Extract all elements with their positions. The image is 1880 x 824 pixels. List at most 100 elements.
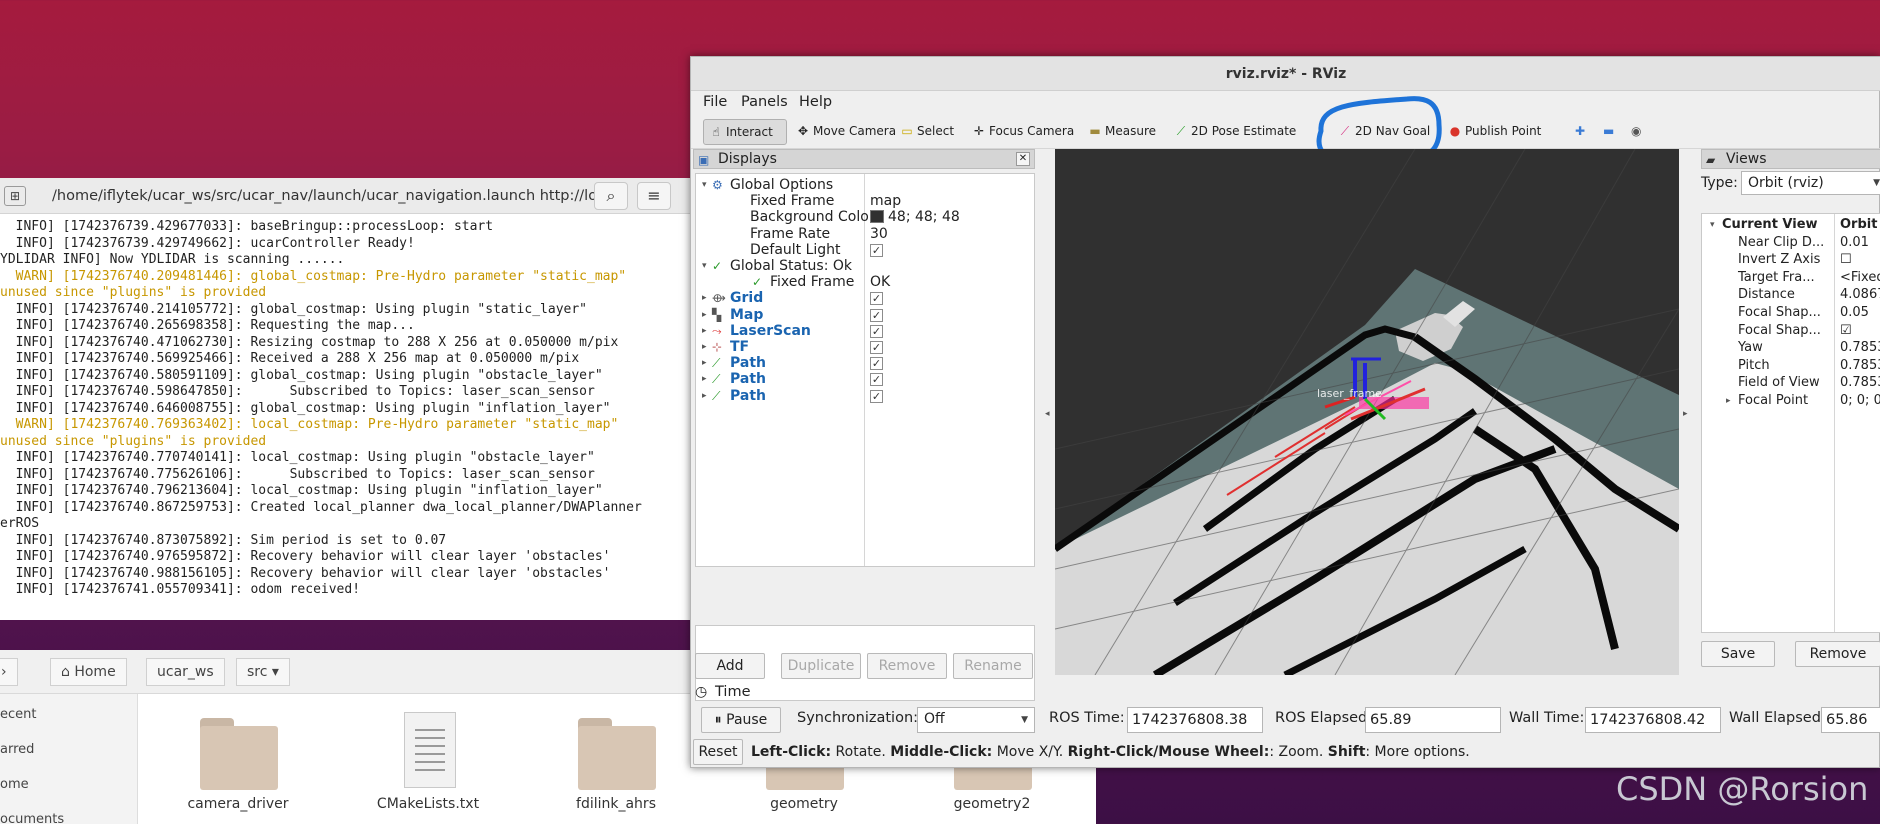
tool-move-camera[interactable]: ✥ Move Camera — [791, 119, 896, 145]
select-icon: ▭ — [901, 124, 913, 138]
view-property-row[interactable]: Near Clip D... 0.01 — [1702, 234, 1880, 252]
view-property-row[interactable]: Yaw 0.7853 — [1702, 339, 1880, 357]
tool-2d-nav-goal[interactable]: ⟋ 2D Nav Goal — [1333, 119, 1430, 145]
add-button[interactable]: Add — [695, 653, 765, 679]
expand-arrow-icon[interactable]: ▾ — [1710, 216, 1715, 234]
enabled-checkbox[interactable]: ✓ — [870, 389, 883, 403]
view-property-row[interactable]: Pitch 0.7853 — [1702, 357, 1880, 375]
wall-elapsed-field[interactable]: 65.86 — [1821, 707, 1880, 733]
tool-publish-point[interactable]: ● Publish Point — [1443, 119, 1543, 145]
menu-panels[interactable]: Panels — [741, 94, 788, 110]
enabled-checkbox[interactable]: ✓ — [870, 292, 883, 306]
view-property-value[interactable]: 0.7853 — [1840, 374, 1880, 392]
view-property-value[interactable]: 0.7853 — [1840, 339, 1880, 357]
views-tree[interactable]: ▾Current ViewOrbit (Near Clip D... 0.01In… — [1701, 213, 1880, 633]
display-value[interactable]: map — [870, 193, 901, 209]
view-property-value[interactable]: 0.05 — [1840, 304, 1869, 322]
display-value[interactable]: 30 — [870, 226, 888, 242]
view-property-value[interactable]: Orbit ( — [1840, 216, 1880, 234]
close-icon[interactable]: ✕ — [1016, 152, 1030, 166]
color-swatch[interactable] — [870, 210, 884, 224]
view-property-row[interactable]: Distance 4.0867 — [1702, 286, 1880, 304]
view-property-value[interactable]: 0.01 — [1840, 234, 1869, 252]
view-property-value[interactable]: 0; 0; 0 — [1840, 392, 1880, 410]
view-property-row[interactable]: Focal Shap... 0.05 — [1702, 304, 1880, 322]
ros-elapsed-field[interactable]: 65.89 — [1365, 707, 1501, 733]
display-value[interactable]: 48; 48; 48 — [888, 209, 960, 225]
minus-icon[interactable]: ▬ — [1599, 119, 1621, 145]
enabled-checkbox[interactable]: ✓ — [870, 243, 883, 257]
folder-item[interactable]: camera_driver — [158, 710, 318, 820]
search-icon[interactable]: ⌕ — [594, 182, 628, 210]
view-property-row[interactable]: Invert Z Axis ☐ — [1702, 251, 1880, 269]
reset-button[interactable]: Reset — [693, 739, 743, 765]
left-collapse-arrow-icon[interactable]: ◂ — [1045, 409, 1050, 419]
plus-icon[interactable]: ✚ — [1571, 119, 1593, 145]
eye-icon[interactable]: ◉ — [1627, 119, 1653, 145]
view-property-row[interactable]: Target Fra... <Fixed — [1702, 269, 1880, 287]
folder-item[interactable]: fdilink_ahrs — [536, 710, 696, 820]
ros-time-field[interactable]: 1742376808.38 — [1127, 707, 1263, 733]
view-property-row[interactable]: ▾ Current View Orbit ( — [1702, 216, 1880, 234]
tool-2d-pose-estimate[interactable]: ⟋ 2D Pose Estimate — [1169, 119, 1297, 145]
folder-icon — [200, 718, 278, 790]
new-tab-icon[interactable]: ⊞ — [4, 186, 26, 206]
view-property-value[interactable]: 0.7853 — [1840, 357, 1880, 375]
sidebar-item-starred[interactable]: arred — [0, 742, 34, 757]
view-property-value[interactable]: <Fixed — [1840, 269, 1880, 287]
tool-interact[interactable]: ☝ Interact — [703, 119, 787, 145]
enabled-checkbox[interactable]: ✓ — [870, 373, 883, 387]
view-property-row[interactable]: Focal Shap... ☑ — [1702, 322, 1880, 340]
right-collapse-arrow-icon[interactable]: ▸ — [1683, 409, 1688, 419]
view-property-row[interactable]: Field of View 0.7853 — [1702, 374, 1880, 392]
sidebar-item-documents[interactable]: ocuments — [0, 812, 64, 824]
duplicate-button[interactable]: Duplicate — [781, 653, 861, 679]
sync-select[interactable]: Off ▼ — [917, 707, 1035, 733]
enabled-checkbox[interactable]: ✓ — [870, 357, 883, 371]
3d-viewport[interactable]: laser_frame — [1055, 149, 1679, 675]
save-view-button[interactable]: Save — [1701, 641, 1775, 667]
rename-button[interactable]: Rename — [953, 653, 1033, 679]
terminal-output[interactable]: INFO] [1742376739.429677033]: baseBringu… — [0, 219, 692, 617]
view-property-checkbox[interactable]: ☑ — [1840, 322, 1852, 340]
terminal-line: INFO] [1742376740.598647850]: Subscribed… — [0, 384, 595, 399]
remove-view-button[interactable]: Remove — [1795, 641, 1880, 667]
terminal-line: INFO] [1742376740.976595872]: Recovery b… — [0, 549, 611, 564]
chevron-right-icon[interactable]: › — [0, 658, 18, 686]
terminal-line: INFO] [1742376740.867259753]: Created lo… — [0, 499, 642, 515]
file-item[interactable]: CMakeLists.txt — [348, 710, 508, 820]
collapse-arrow-icon[interactable]: ▸ — [702, 387, 707, 406]
enabled-checkbox[interactable]: ✓ — [870, 324, 883, 338]
enabled-checkbox[interactable]: ✓ — [870, 308, 883, 322]
view-property-name: Near Clip D... — [1738, 234, 1825, 250]
breadcrumb-home[interactable]: ⌂ Home — [50, 658, 127, 686]
terminal-line: INFO] [1742376740.471062730]: Resizing c… — [0, 334, 619, 350]
remove-button[interactable]: Remove — [867, 653, 947, 679]
wall-time-field[interactable]: 1742376808.42 — [1585, 707, 1721, 733]
terminal-line: INFO] [1742376739.429749662]: ucarContro… — [0, 235, 415, 251]
display-row[interactable]: ▸ ⟋ Path ✓ — [696, 387, 1034, 406]
tool-focus-camera[interactable]: ✛ Focus Camera — [967, 119, 1077, 145]
sidebar-item-home[interactable]: ome — [0, 777, 29, 792]
hamburger-menu-icon[interactable]: ≡ — [637, 182, 671, 210]
menu-help[interactable]: Help — [799, 94, 832, 110]
view-property-name: Yaw — [1738, 340, 1763, 356]
view-property-checkbox[interactable]: ☐ — [1840, 251, 1852, 269]
status-bar: Reset Left-Click: Rotate. Middle-Click: … — [691, 737, 1880, 767]
tf-frame-label: laser_frame — [1317, 387, 1382, 400]
tool-select[interactable]: ▭ Select — [895, 119, 959, 145]
tool-measure[interactable]: ▬ Measure — [1083, 119, 1161, 145]
display-value[interactable]: OK — [870, 274, 890, 290]
view-property-value[interactable]: 4.0867 — [1840, 286, 1880, 304]
terminal-line: WARN] [1742376740.209481446]: global_cos… — [0, 268, 627, 284]
sidebar-item-recent[interactable]: ecent — [0, 707, 36, 722]
breadcrumb-src[interactable]: src ▾ — [236, 658, 290, 686]
collapse-arrow-icon[interactable]: ▸ — [1726, 392, 1731, 410]
view-type-select[interactable]: Orbit (rviz) ▼ — [1741, 171, 1880, 195]
view-property-row[interactable]: ▸ Focal Point 0; 0; 0 — [1702, 392, 1880, 410]
menu-file[interactable]: File — [703, 94, 727, 110]
enabled-checkbox[interactable]: ✓ — [870, 341, 883, 354]
displays-tree[interactable]: ▾ ⚙ Global Options Fixed Frame map Background… — [695, 173, 1035, 567]
pause-button[interactable]: ⏸ Pause — [701, 707, 781, 733]
breadcrumb-ucar-ws[interactable]: ucar_ws — [146, 658, 225, 686]
